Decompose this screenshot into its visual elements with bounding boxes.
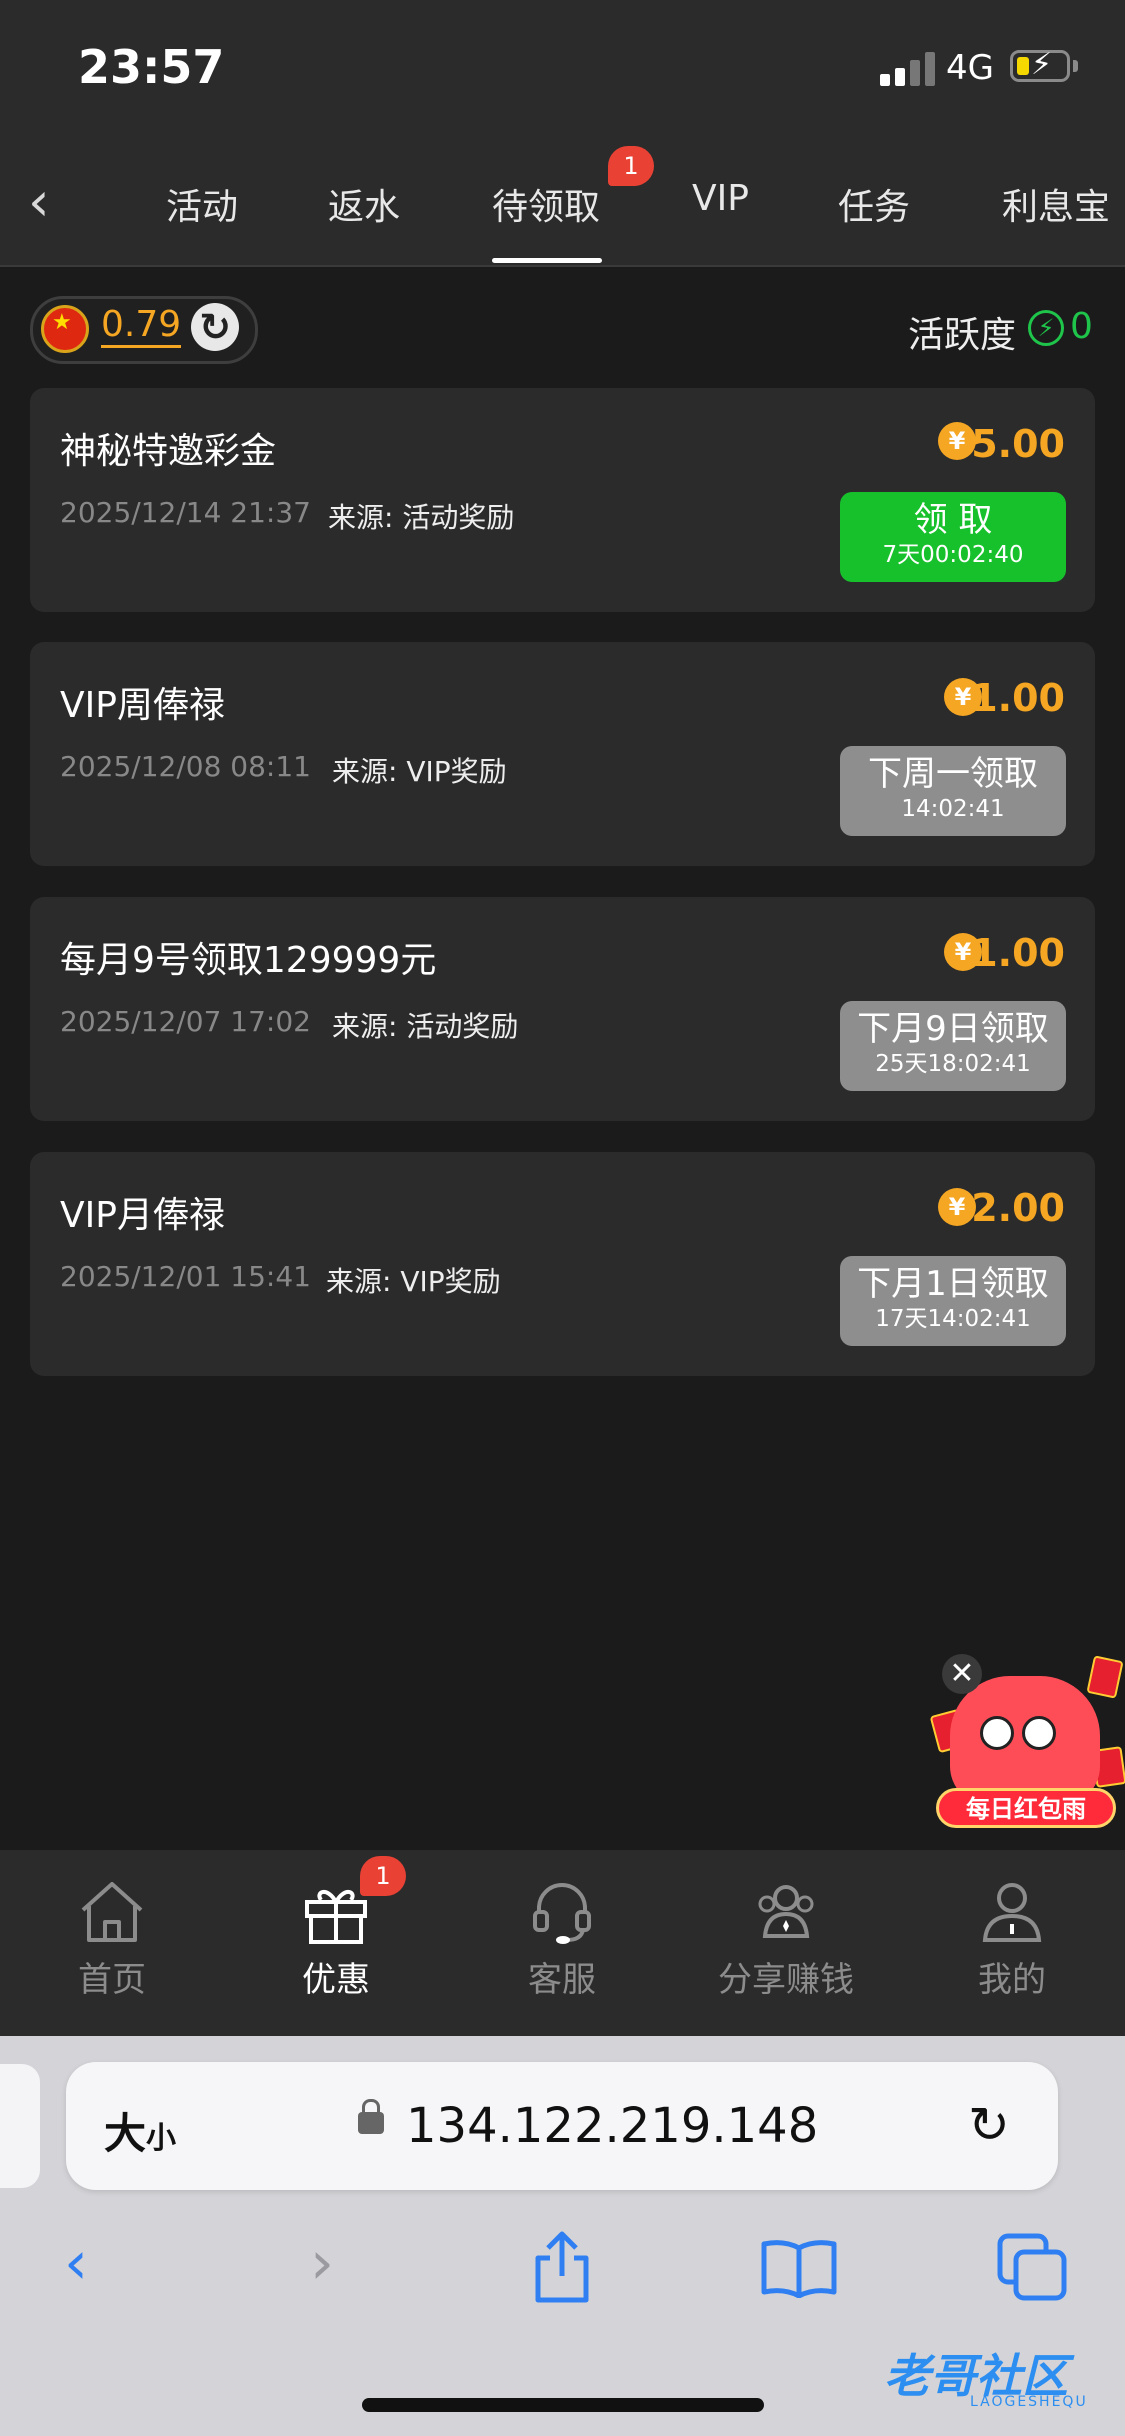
nav-home[interactable]: 首页 [12, 1878, 212, 2001]
url-text: 134.122.219.148 [406, 2098, 819, 2154]
claim-button-label: 下周一领取 [868, 754, 1038, 794]
share-icon[interactable] [530, 2230, 594, 2304]
balance-value: 0.79 [101, 305, 182, 348]
bookmarks-icon[interactable] [760, 2238, 838, 2298]
reward-date: 2025/12/07 17:02 [60, 1005, 311, 1038]
browser-back-icon[interactable]: ‹ [64, 2228, 88, 2298]
headset-icon [533, 1883, 591, 1944]
nav-profile[interactable]: 我的 [912, 1878, 1112, 2001]
user-icon [982, 1883, 1042, 1942]
status-bar: 23:57 4G ⚡ [0, 0, 1125, 140]
nav-share-earn[interactable]: 分享赚钱 [686, 1878, 886, 2001]
reward-date: 2025/12/01 15:41 [60, 1260, 311, 1293]
activity-value: 0 [1070, 306, 1093, 347]
reward-date: 2025/12/14 21:37 [60, 496, 311, 529]
status-time: 23:57 [78, 40, 225, 94]
tab-activity[interactable]: 活动 [166, 178, 238, 230]
tab-pending[interactable]: 待领取 [492, 178, 600, 230]
reward-card: VIP周俸禄 2025/12/08 08:11 来源: VIP奖励 ¥ 1.00… [30, 642, 1095, 866]
share-people-icon [758, 1885, 814, 1938]
back-arrow-icon[interactable]: ‹ [28, 170, 50, 233]
address-bar[interactable]: 大小 134.122.219.148 ↻ [66, 2062, 1058, 2190]
claim-button-disabled[interactable]: 下月1日领取 17天14:02:41 [840, 1256, 1066, 1346]
reward-title: 神秘特邀彩金 [60, 431, 277, 472]
red-packet-rain-ad[interactable]: 每日红包雨 ✕ [929, 1652, 1125, 1836]
previous-tab-peek[interactable] [0, 2064, 40, 2188]
nav-promotions[interactable]: 优惠 [236, 1878, 436, 2001]
promotions-badge: 1 [360, 1856, 406, 1896]
reward-amount: 1.00 [971, 676, 1065, 720]
browser-forward-icon[interactable]: › [310, 2228, 334, 2298]
reward-source: 来源: 活动奖励 [332, 1010, 519, 1043]
tab-tasks[interactable]: 任务 [838, 178, 910, 230]
battery-icon: ⚡ [1010, 47, 1070, 82]
home-icon [81, 1882, 143, 1942]
reward-amount: 2.00 [971, 1186, 1065, 1230]
balance-pill: ★ 0.79 ↻ [30, 296, 258, 364]
tab-interest[interactable]: 利息宝 [1002, 178, 1110, 230]
claim-button-disabled[interactable]: 下月9日领取 25天18:02:41 [840, 1001, 1066, 1091]
close-icon[interactable]: ✕ [942, 1654, 982, 1694]
reload-icon[interactable]: ↻ [968, 2096, 1010, 2154]
lock-icon [358, 2099, 384, 2134]
watermark-subtext: LAOGESHEQU [970, 2394, 1088, 2410]
claim-countdown: 25天18:02:41 [875, 1051, 1031, 1077]
text-size-button[interactable]: 大小 [104, 2100, 176, 2161]
reward-date: 2025/12/08 08:11 [60, 750, 311, 783]
reward-amount: 5.00 [971, 422, 1065, 466]
reward-source: 来源: 活动奖励 [328, 501, 515, 534]
claim-button-label: 下月9日领取 [857, 1009, 1049, 1049]
top-tab-bar: ‹ 活动 返水 待领取 1 VIP 任务 利息宝 [0, 140, 1125, 267]
claim-countdown: 14:02:41 [901, 796, 1005, 822]
tab-vip[interactable]: VIP [692, 178, 749, 219]
browser-toolbar: 大小 134.122.219.148 ↻ ‹ › 老哥社区 LAOGESHEQU [0, 2036, 1125, 2436]
refresh-icon[interactable]: ↻ [191, 303, 239, 351]
claim-countdown: 7天00:02:40 [882, 542, 1024, 568]
tabs-icon[interactable] [996, 2232, 1068, 2302]
reward-source: 来源: VIP奖励 [326, 1265, 501, 1298]
nav-home-label: 首页 [78, 1960, 146, 2000]
nav-share-earn-label: 分享赚钱 [718, 1960, 854, 2000]
activity-label: 活跃度 [908, 315, 1017, 356]
china-flag-icon: ★ [41, 305, 89, 353]
cellular-signal-icon [880, 52, 936, 86]
red-packet-rain-label: 每日红包雨 [936, 1788, 1116, 1828]
reward-title: VIP周俸禄 [60, 685, 225, 726]
nav-profile-label: 我的 [978, 1960, 1046, 2000]
claim-button-label: 下月1日领取 [857, 1264, 1049, 1304]
nav-support-label: 客服 [528, 1960, 596, 2000]
reward-source: 来源: VIP奖励 [332, 755, 507, 788]
bottom-nav: 首页 优惠 1 客服 分享赚钱 我的 [0, 1850, 1125, 2036]
claim-countdown: 17天14:02:41 [875, 1306, 1031, 1332]
reward-title: VIP月俸禄 [60, 1195, 225, 1236]
bolt-icon: ⚡ [1028, 310, 1064, 346]
claim-button-disabled[interactable]: 下周一领取 14:02:41 [840, 746, 1066, 836]
tab-rebate[interactable]: 返水 [328, 178, 400, 230]
home-indicator [362, 2398, 764, 2412]
claim-button[interactable]: 领 取 7天00:02:40 [840, 492, 1066, 582]
pending-badge: 1 [608, 146, 654, 186]
reward-card: 神秘特邀彩金 2025/12/14 21:37 来源: 活动奖励 ¥ 5.00 … [30, 388, 1095, 612]
mascot-icon [950, 1676, 1100, 1806]
reward-card: VIP月俸禄 2025/12/01 15:41 来源: VIP奖励 ¥ 2.00… [30, 1152, 1095, 1376]
reward-title: 每月9号领取129999元 [60, 940, 437, 981]
nav-support[interactable]: 客服 [462, 1878, 662, 2001]
reward-amount: 1.00 [971, 931, 1065, 975]
active-tab-indicator [492, 258, 602, 263]
nav-promotions-label: 优惠 [302, 1960, 370, 2000]
network-type: 4G [946, 48, 994, 88]
claim-button-label: 领 取 [913, 500, 993, 540]
reward-card: 每月9号领取129999元 2025/12/07 17:02 来源: 活动奖励 … [30, 897, 1095, 1121]
